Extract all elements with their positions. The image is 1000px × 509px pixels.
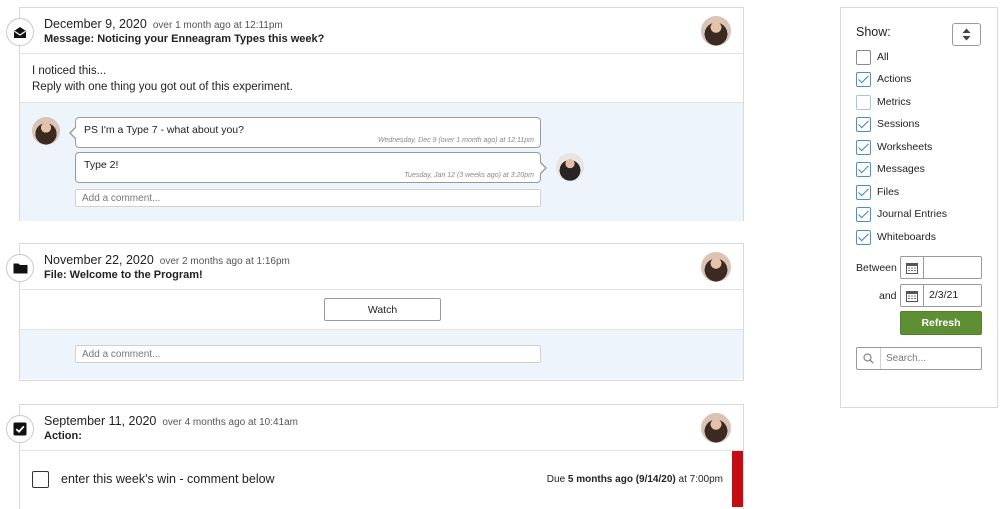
comment-bubble: Type 2! Tuesday, Jan 12 (3 weeks ago) at…	[75, 152, 547, 183]
end-date-field[interactable]: 2/3/21	[900, 284, 982, 307]
comment-text: Type 2!	[84, 159, 119, 171]
filter-checkbox[interactable]	[856, 184, 871, 200]
comment-input[interactable]	[75, 345, 541, 363]
comment-input[interactable]	[75, 189, 541, 207]
feed-card-message: December 9, 2020 over 1 month ago at 12:1…	[6, 7, 744, 221]
message-line: I noticed this...	[32, 65, 107, 77]
file-actions: Watch	[20, 290, 743, 330]
avatar	[32, 117, 60, 145]
refresh-button[interactable]: Refresh	[900, 311, 982, 335]
avatar	[556, 153, 584, 181]
filter-item-sessions[interactable]: Sessions	[856, 116, 920, 132]
end-date-value: 2/3/21	[929, 289, 959, 301]
filter-label: Journal Entries	[877, 208, 948, 220]
filter-checkbox[interactable]	[856, 161, 871, 177]
card-ago: over 2 months ago at 1:16pm	[159, 256, 290, 267]
comments-section	[20, 330, 743, 379]
card-header: December 9, 2020 over 1 month ago at 12:1…	[6, 8, 743, 54]
comment-text: PS I'm a Type 7 - what about you?	[84, 124, 244, 136]
card-date: November 22, 2020 over 2 months ago at 1:…	[44, 253, 290, 267]
filter-label: Messages	[877, 163, 925, 175]
filter-item-actions[interactable]: Actions	[856, 71, 911, 87]
search-box	[856, 347, 982, 370]
avatar[interactable]	[701, 252, 731, 282]
filter-checkbox[interactable]	[856, 116, 871, 132]
folder-icon	[6, 254, 34, 282]
show-label: Show:	[856, 25, 891, 39]
filter-item-worksheets[interactable]: Worksheets	[856, 139, 932, 155]
calendar-icon[interactable]	[901, 285, 924, 306]
card-header: November 22, 2020 over 2 months ago at 1:…	[6, 244, 743, 290]
filter-item-metrics[interactable]: Metrics	[856, 94, 911, 110]
card-ago: over 4 months ago at 10:41am	[162, 417, 298, 428]
filter-item-journal-entries[interactable]: Journal Entries	[856, 206, 947, 222]
overdue-indicator	[732, 451, 743, 507]
comments-section: PS I'm a Type 7 - what about you? Wednes…	[20, 103, 743, 221]
filter-item-all[interactable]: All	[856, 49, 889, 65]
filter-checkbox[interactable]	[856, 229, 871, 245]
filter-label: Worksheets	[877, 141, 933, 153]
card-date: December 9, 2020 over 1 month ago at 12:1…	[44, 17, 283, 31]
card-title: Action:	[44, 430, 82, 442]
filter-label: All	[877, 51, 889, 63]
avatar[interactable]	[701, 413, 731, 443]
action-task-text: enter this week's win - comment below	[61, 472, 275, 486]
action-due-date: Due 5 months ago (9/14/20) at 7:00pm	[546, 474, 723, 485]
filter-label: Metrics	[877, 96, 911, 108]
comment-timestamp: Tuesday, Jan 12 (3 weeks ago) at 3:20pm	[404, 172, 534, 179]
between-label: Between	[856, 262, 897, 274]
filter-label: Files	[877, 186, 900, 198]
start-date-field[interactable]	[900, 256, 982, 279]
filter-checkbox[interactable]	[856, 71, 871, 87]
filter-label: Whiteboards	[877, 231, 936, 243]
feed-card-file: November 22, 2020 over 2 months ago at 1:…	[6, 243, 744, 381]
card-ago: over 1 month ago at 12:11pm	[152, 20, 283, 31]
message-body: I noticed this... Reply with one thing y…	[20, 54, 743, 103]
filter-item-whiteboards[interactable]: Whiteboards	[856, 229, 936, 245]
card-date: September 11, 2020 over 4 months ago at 1…	[44, 414, 298, 428]
comment-timestamp: Wednesday, Dec 9 (over 1 month ago) at 1…	[377, 137, 534, 144]
filter-label: Actions	[877, 73, 912, 85]
filter-panel: Show: All Actions Metrics Sessions Worksheet…	[840, 7, 998, 408]
watch-button[interactable]: Watch	[324, 298, 441, 321]
action-checkbox[interactable]	[32, 471, 49, 488]
action-row: enter this week's win - comment below Du…	[20, 451, 743, 507]
filter-checkbox[interactable]	[856, 206, 871, 222]
search-icon	[857, 348, 881, 369]
filter-item-files[interactable]: Files	[856, 184, 899, 200]
card-title: Message: Noticing your Enneagram Types t…	[44, 33, 325, 45]
envelope-open-icon	[6, 18, 34, 46]
comment-bubble: PS I'm a Type 7 - what about you? Wednes…	[69, 117, 541, 148]
and-label: and	[879, 290, 897, 302]
feed-card-action: September 11, 2020 over 4 months ago at 1…	[6, 404, 744, 509]
filter-item-messages[interactable]: Messages	[856, 161, 925, 177]
sort-icon	[962, 28, 971, 41]
card-header: September 11, 2020 over 4 months ago at 1…	[6, 405, 743, 451]
calendar-icon[interactable]	[901, 257, 924, 278]
filter-label: Sessions	[877, 118, 920, 130]
search-input[interactable]	[881, 348, 979, 369]
checkbox-checked-icon	[6, 415, 34, 443]
start-date-value	[924, 257, 929, 278]
message-line: Reply with one thing you got out of this…	[32, 81, 293, 93]
filter-checkbox[interactable]	[856, 139, 871, 155]
card-title: File: Welcome to the Program!	[44, 269, 203, 281]
filter-checkbox[interactable]	[856, 94, 871, 110]
avatar[interactable]	[701, 16, 731, 46]
sort-toggle-button[interactable]	[952, 23, 981, 46]
filter-checkbox[interactable]	[856, 49, 871, 65]
